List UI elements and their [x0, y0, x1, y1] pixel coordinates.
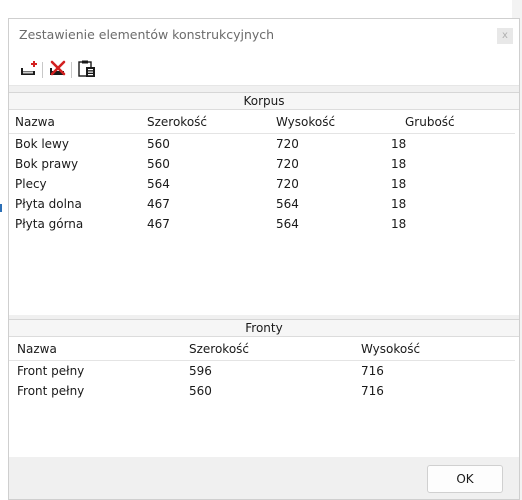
- table-row[interactable]: Płyta górna 467 564 18: [9, 214, 519, 234]
- add-element-icon[interactable]: [19, 59, 39, 79]
- cell-grubosc: 18: [391, 217, 407, 231]
- korpus-caption: Korpus: [9, 92, 519, 110]
- cell-szerokosc: 467: [147, 197, 170, 211]
- close-button[interactable]: x: [497, 28, 513, 44]
- delete-element-icon[interactable]: [48, 59, 68, 79]
- col-header-grubosc[interactable]: Grubość: [405, 110, 455, 134]
- title-bar: Zestawienie elementów konstrukcyjnych x: [9, 19, 519, 52]
- cell-grubosc: 18: [391, 177, 407, 191]
- cell-wysokosc: 716: [361, 364, 384, 378]
- col-header-szerokosc[interactable]: Szerokość: [189, 337, 249, 361]
- ok-button[interactable]: OK: [427, 465, 503, 493]
- window-title: Zestawienie elementów konstrukcyjnych: [19, 27, 275, 42]
- cell-grubosc: 18: [391, 157, 407, 171]
- fronty-header-row: Nazwa Szerokość Wysokość: [9, 337, 519, 361]
- table-row[interactable]: Plecy 564 720 18: [9, 174, 519, 194]
- cell-nazwa: Bok prawy: [15, 157, 79, 171]
- cell-wysokosc: 720: [276, 157, 299, 171]
- table-row[interactable]: Płyta dolna 467 564 18: [9, 194, 519, 214]
- col-header-nazwa[interactable]: Nazwa: [15, 110, 55, 134]
- col-header-nazwa[interactable]: Nazwa: [17, 337, 57, 361]
- cell-nazwa: Front pełny: [17, 384, 85, 398]
- col-header-wysokosc[interactable]: Wysokość: [361, 337, 420, 361]
- cell-szerokosc: 560: [147, 157, 170, 171]
- toolbar-separator: [71, 62, 72, 78]
- cell-nazwa: Front pełny: [17, 364, 85, 378]
- cell-nazwa: Plecy: [15, 177, 47, 191]
- cell-wysokosc: 564: [276, 197, 299, 211]
- background-marker: [0, 204, 2, 212]
- table-row[interactable]: Bok lewy 560 720 18: [9, 134, 519, 154]
- fronty-caption: Fronty: [9, 319, 519, 337]
- cell-grubosc: 18: [391, 137, 407, 151]
- cell-szerokosc: 560: [189, 384, 212, 398]
- cell-nazwa: Płyta dolna: [15, 197, 82, 211]
- cell-nazwa: Płyta górna: [15, 217, 84, 231]
- table-row[interactable]: Front pełny 560 716: [9, 381, 519, 401]
- cell-grubosc: 18: [391, 197, 407, 211]
- cell-szerokosc: 467: [147, 217, 170, 231]
- cell-szerokosc: 596: [189, 364, 212, 378]
- cell-wysokosc: 720: [276, 177, 299, 191]
- cell-wysokosc: 716: [361, 384, 384, 398]
- toolbar: [9, 52, 519, 86]
- col-header-szerokosc[interactable]: Szerokość: [147, 110, 207, 134]
- fronty-table: Fronty Nazwa Szerokość Wysokość Front pe…: [9, 319, 519, 457]
- cell-szerokosc: 564: [147, 177, 170, 191]
- cell-szerokosc: 560: [147, 137, 170, 151]
- korpus-header-row: Nazwa Szerokość Wysokość Grubość: [9, 110, 519, 134]
- korpus-table: Korpus Nazwa Szerokość Wysokość Grubość …: [9, 92, 519, 315]
- table-row[interactable]: Front pełny 596 716: [9, 361, 519, 381]
- dialog-window: Zestawienie elementów konstrukcyjnych x: [8, 18, 520, 500]
- cell-wysokosc: 564: [276, 217, 299, 231]
- copy-clipboard-icon[interactable]: [77, 59, 97, 79]
- cell-wysokosc: 720: [276, 137, 299, 151]
- toolbar-separator: [42, 62, 43, 78]
- cell-nazwa: Bok lewy: [15, 137, 69, 151]
- col-header-wysokosc[interactable]: Wysokość: [276, 110, 335, 134]
- table-row[interactable]: Bok prawy 560 720 18: [9, 154, 519, 174]
